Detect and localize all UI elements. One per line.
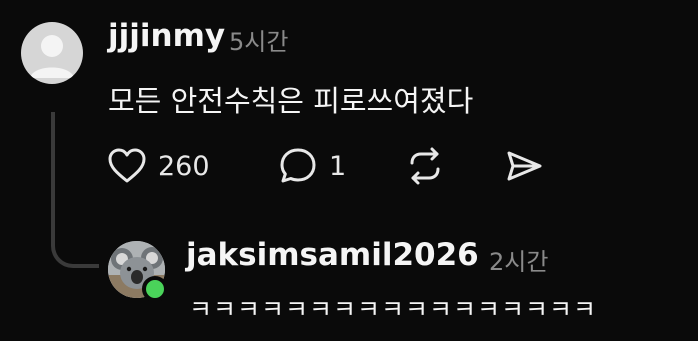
repost-icon	[404, 145, 446, 187]
online-status-dot	[142, 276, 168, 302]
thread-line	[51, 112, 99, 268]
heart-icon	[106, 146, 148, 186]
default-avatar-icon	[30, 35, 74, 78]
like-button[interactable]: 260	[106, 145, 210, 187]
speech-bubble-icon	[277, 145, 319, 187]
reply-button[interactable]: 1	[277, 145, 346, 187]
comment-username[interactable]: jjjinmy	[108, 18, 225, 54]
reply-count: 1	[329, 150, 347, 182]
send-icon	[503, 145, 545, 187]
reply-username[interactable]: jaksimsamil2026	[186, 237, 479, 273]
reply-text: ㅋㅋㅋㅋㅋㅋㅋㅋㅋㅋㅋㅋㅋㅋㅋㅋㅋ	[189, 295, 598, 324]
like-count: 260	[158, 150, 210, 182]
repost-button[interactable]	[404, 145, 446, 187]
comment-text: 모든 안전수칙은 피로쓰여졌다	[108, 84, 474, 118]
share-button[interactable]	[503, 145, 545, 187]
comment-timestamp: 5시간	[229, 28, 289, 56]
avatar[interactable]	[21, 22, 83, 84]
reply-timestamp: 2시간	[489, 248, 549, 276]
